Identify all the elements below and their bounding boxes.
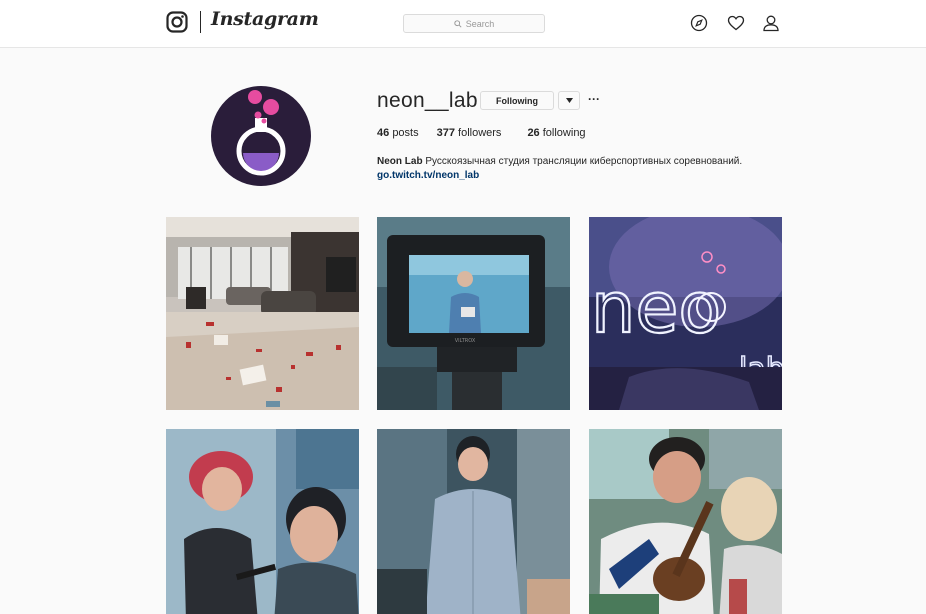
camera-monitor-photo: VILTROX xyxy=(377,217,570,410)
profile-username: neon__lab xyxy=(377,89,478,112)
bio-name: Neon Lab xyxy=(377,156,423,167)
camera-icon[interactable] xyxy=(166,11,188,33)
photo-tile-camera-monitor[interactable]: VILTROX xyxy=(377,217,570,410)
followers-count: 377 xyxy=(436,127,455,139)
photo-tile-ukulele[interactable] xyxy=(589,429,782,614)
followers-label: followers xyxy=(458,127,502,139)
search-placeholder: Search xyxy=(465,18,495,29)
instagram-wordmark[interactable]: Instagram xyxy=(211,8,319,30)
bio-text: Русскоязычная студия трансляции киберспо… xyxy=(425,156,743,167)
search-icon xyxy=(454,19,462,28)
neon-sign-text: neo xyxy=(591,267,721,349)
search-input[interactable]: Search xyxy=(403,14,545,33)
living-room-photo xyxy=(166,217,359,410)
person-icon[interactable] xyxy=(762,14,780,32)
photo-tile-neon-sign[interactable]: neo lab xyxy=(589,217,782,410)
following-button[interactable]: Following xyxy=(480,91,554,110)
makeup-photo xyxy=(166,429,359,614)
neon-sign-photo: neo lab xyxy=(589,217,782,410)
posts-count: 46 xyxy=(377,127,390,139)
profile-avatar[interactable] xyxy=(211,86,311,186)
logo-divider xyxy=(200,11,201,33)
caret-down-icon xyxy=(565,98,573,103)
more-options-button[interactable]: ··· xyxy=(587,92,601,108)
compass-icon[interactable] xyxy=(690,14,708,32)
following-count: 26 xyxy=(527,127,540,139)
heart-icon[interactable] xyxy=(727,14,745,32)
following-label: following xyxy=(542,127,586,139)
man-standing-photo xyxy=(377,429,570,614)
bio-link[interactable]: go.twitch.tv/neon_lab xyxy=(377,170,479,181)
photo-tile-man-standing[interactable] xyxy=(377,429,570,614)
posts-stat: 46 posts xyxy=(377,127,419,139)
followers-stat[interactable]: 377 followers xyxy=(437,127,502,139)
ukulele-photo xyxy=(589,429,782,614)
suggested-dropdown-button[interactable] xyxy=(558,91,580,110)
following-stat[interactable]: 26 following xyxy=(527,127,585,139)
posts-label: posts xyxy=(392,127,419,139)
top-nav-bar: Instagram Search xyxy=(0,0,926,48)
profile-bio: Neon Lab Русскоязычная студия трансляции… xyxy=(377,156,742,167)
monitor-brand-text: VILTROX xyxy=(455,338,476,344)
photo-tile-makeup[interactable] xyxy=(166,429,359,614)
photo-tile-living-room[interactable] xyxy=(166,217,359,410)
profile-stats: 46 posts 377 followers 26 following xyxy=(377,127,586,139)
